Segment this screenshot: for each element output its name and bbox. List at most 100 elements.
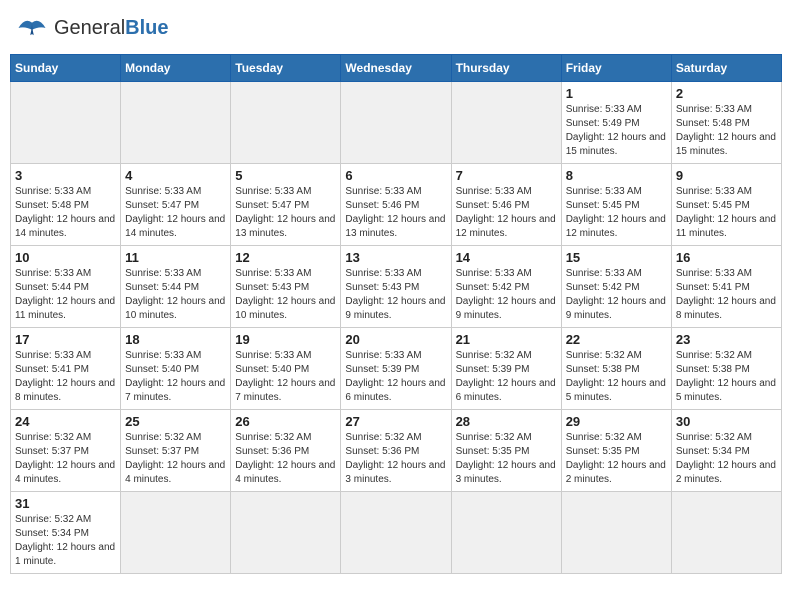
day-info: Sunrise: 5:32 AM Sunset: 5:37 PM Dayligh… (125, 431, 226, 487)
day-number: 10 (15, 250, 116, 265)
day-info: Sunrise: 5:33 AM Sunset: 5:45 PM Dayligh… (566, 185, 667, 241)
calendar-week-row: 31Sunrise: 5:32 AM Sunset: 5:34 PM Dayli… (11, 492, 782, 574)
day-number: 12 (235, 250, 336, 265)
weekday-header-monday: Monday (121, 55, 231, 82)
day-number: 16 (676, 250, 777, 265)
day-number: 4 (125, 168, 226, 183)
day-number: 13 (345, 250, 446, 265)
calendar-cell: 20 Sunrise: 5:33 AM Sunset: 5:39 PM Dayli… (341, 328, 451, 410)
calendar-week-row: 24 Sunrise: 5:32 AM Sunset: 5:37 PM Dayli… (11, 410, 782, 492)
calendar-cell: 21 Sunrise: 5:32 AM Sunset: 5:39 PM Dayli… (451, 328, 561, 410)
calendar-cell: 25 Sunrise: 5:32 AM Sunset: 5:37 PM Dayli… (121, 410, 231, 492)
day-number: 15 (566, 250, 667, 265)
day-number: 25 (125, 414, 226, 429)
calendar-cell: 11 Sunrise: 5:33 AM Sunset: 5:44 PM Dayli… (121, 246, 231, 328)
day-number: 24 (15, 414, 116, 429)
day-number: 31 (15, 496, 116, 511)
calendar-cell (561, 492, 671, 574)
weekday-header-thursday: Thursday (451, 55, 561, 82)
calendar-cell: 4 Sunrise: 5:33 AM Sunset: 5:47 PM Daylig… (121, 164, 231, 246)
day-number: 30 (676, 414, 777, 429)
calendar-cell (341, 82, 451, 164)
day-info: Sunrise: 5:33 AM Sunset: 5:39 PM Dayligh… (345, 349, 446, 405)
weekday-header-row: SundayMondayTuesdayWednesdayThursdayFrid… (11, 55, 782, 82)
day-info: Sunrise: 5:33 AM Sunset: 5:48 PM Dayligh… (676, 103, 777, 159)
day-info: Sunrise: 5:32 AM Sunset: 5:35 PM Dayligh… (456, 431, 557, 487)
calendar-cell: 10Sunrise: 5:33 AM Sunset: 5:44 PM Dayli… (11, 246, 121, 328)
day-info: Sunrise: 5:33 AM Sunset: 5:43 PM Dayligh… (345, 267, 446, 323)
day-info: Sunrise: 5:33 AM Sunset: 5:47 PM Dayligh… (235, 185, 336, 241)
day-number: 22 (566, 332, 667, 347)
day-number: 14 (456, 250, 557, 265)
day-info: Sunrise: 5:32 AM Sunset: 5:36 PM Dayligh… (235, 431, 336, 487)
day-number: 17 (15, 332, 116, 347)
weekday-header-tuesday: Tuesday (231, 55, 341, 82)
logo-icon (14, 10, 50, 46)
day-info: Sunrise: 5:33 AM Sunset: 5:46 PM Dayligh… (345, 185, 446, 241)
calendar-cell: 24 Sunrise: 5:32 AM Sunset: 5:37 PM Dayli… (11, 410, 121, 492)
calendar-cell: 30Sunrise: 5:32 AM Sunset: 5:34 PM Dayli… (671, 410, 781, 492)
calendar-cell: 27 Sunrise: 5:32 AM Sunset: 5:36 PM Dayli… (341, 410, 451, 492)
logo: GeneralBlue (14, 10, 169, 46)
calendar-cell (231, 492, 341, 574)
day-info: Sunrise: 5:32 AM Sunset: 5:39 PM Dayligh… (456, 349, 557, 405)
calendar-cell (451, 82, 561, 164)
calendar-cell: 3 Sunrise: 5:33 AM Sunset: 5:48 PM Daylig… (11, 164, 121, 246)
day-number: 8 (566, 168, 667, 183)
header: GeneralBlue (10, 10, 782, 46)
calendar-cell (671, 492, 781, 574)
weekday-header-saturday: Saturday (671, 55, 781, 82)
day-number: 18 (125, 332, 226, 347)
calendar-cell: 28 Sunrise: 5:32 AM Sunset: 5:35 PM Dayli… (451, 410, 561, 492)
day-info: Sunrise: 5:33 AM Sunset: 5:45 PM Dayligh… (676, 185, 777, 241)
day-info: Sunrise: 5:32 AM Sunset: 5:37 PM Dayligh… (15, 431, 116, 487)
day-info: Sunrise: 5:33 AM Sunset: 5:40 PM Dayligh… (235, 349, 336, 405)
calendar-cell: 2Sunrise: 5:33 AM Sunset: 5:48 PM Daylig… (671, 82, 781, 164)
day-info: Sunrise: 5:33 AM Sunset: 5:42 PM Dayligh… (456, 267, 557, 323)
calendar-week-row: 10 Sunrise: 5:33 AM Sunset: 5:44 PM Dayli… (11, 246, 782, 328)
day-number: 21 (456, 332, 557, 347)
calendar-cell: 5 Sunrise: 5:33 AM Sunset: 5:47 PM Daylig… (231, 164, 341, 246)
day-number: 23 (676, 332, 777, 347)
calendar-week-row: 1Sunrise: 5:33 AM Sunset: 5:49 PM Daylig… (11, 82, 782, 164)
day-number: 20 (345, 332, 446, 347)
day-number: 5 (235, 168, 336, 183)
calendar-cell: 15 Sunrise: 5:33 AM Sunset: 5:42 PM Dayli… (561, 246, 671, 328)
weekday-header-sunday: Sunday (11, 55, 121, 82)
day-info: Sunrise: 5:32 AM Sunset: 5:36 PM Dayligh… (345, 431, 446, 487)
calendar-cell: 22 Sunrise: 5:32 AM Sunset: 5:38 PM Dayli… (561, 328, 671, 410)
calendar-cell: 29Sunrise: 5:32 AM Sunset: 5:35 PM Dayli… (561, 410, 671, 492)
day-number: 11 (125, 250, 226, 265)
day-number: 6 (345, 168, 446, 183)
day-info: Sunrise: 5:32 AM Sunset: 5:38 PM Dayligh… (676, 349, 777, 405)
day-info: Sunrise: 5:33 AM Sunset: 5:47 PM Dayligh… (125, 185, 226, 241)
weekday-header-wednesday: Wednesday (341, 55, 451, 82)
calendar-cell (231, 82, 341, 164)
day-number: 3 (15, 168, 116, 183)
day-info: Sunrise: 5:33 AM Sunset: 5:40 PM Dayligh… (125, 349, 226, 405)
day-info: Sunrise: 5:32 AM Sunset: 5:38 PM Dayligh… (566, 349, 667, 405)
calendar-cell: 6 Sunrise: 5:33 AM Sunset: 5:46 PM Daylig… (341, 164, 451, 246)
calendar-cell (451, 492, 561, 574)
calendar-cell: 16Sunrise: 5:33 AM Sunset: 5:41 PM Dayli… (671, 246, 781, 328)
calendar-cell (11, 82, 121, 164)
calendar-cell: 1Sunrise: 5:33 AM Sunset: 5:49 PM Daylig… (561, 82, 671, 164)
day-number: 27 (345, 414, 446, 429)
day-info: Sunrise: 5:33 AM Sunset: 5:48 PM Dayligh… (15, 185, 116, 241)
calendar-cell: 13 Sunrise: 5:33 AM Sunset: 5:43 PM Dayli… (341, 246, 451, 328)
calendar-cell: 18 Sunrise: 5:33 AM Sunset: 5:40 PM Dayli… (121, 328, 231, 410)
day-info: Sunrise: 5:33 AM Sunset: 5:42 PM Dayligh… (566, 267, 667, 323)
day-info: Sunrise: 5:33 AM Sunset: 5:43 PM Dayligh… (235, 267, 336, 323)
calendar-cell: 14 Sunrise: 5:33 AM Sunset: 5:42 PM Dayli… (451, 246, 561, 328)
day-info: Sunrise: 5:33 AM Sunset: 5:41 PM Dayligh… (15, 349, 116, 405)
day-info: Sunrise: 5:33 AM Sunset: 5:44 PM Dayligh… (125, 267, 226, 323)
calendar-cell: 26Sunrise: 5:32 AM Sunset: 5:36 PM Dayli… (231, 410, 341, 492)
calendar-cell: 23 Sunrise: 5:32 AM Sunset: 5:38 PM Dayli… (671, 328, 781, 410)
calendar-cell: 7Sunrise: 5:33 AM Sunset: 5:46 PM Daylig… (451, 164, 561, 246)
day-number: 1 (566, 86, 667, 101)
calendar-cell: 17 Sunrise: 5:33 AM Sunset: 5:41 PM Dayli… (11, 328, 121, 410)
calendar-cell: 31Sunrise: 5:32 AM Sunset: 5:34 PM Dayli… (11, 492, 121, 574)
calendar-cell (341, 492, 451, 574)
day-number: 28 (456, 414, 557, 429)
calendar-cell: 9Sunrise: 5:33 AM Sunset: 5:45 PM Daylig… (671, 164, 781, 246)
